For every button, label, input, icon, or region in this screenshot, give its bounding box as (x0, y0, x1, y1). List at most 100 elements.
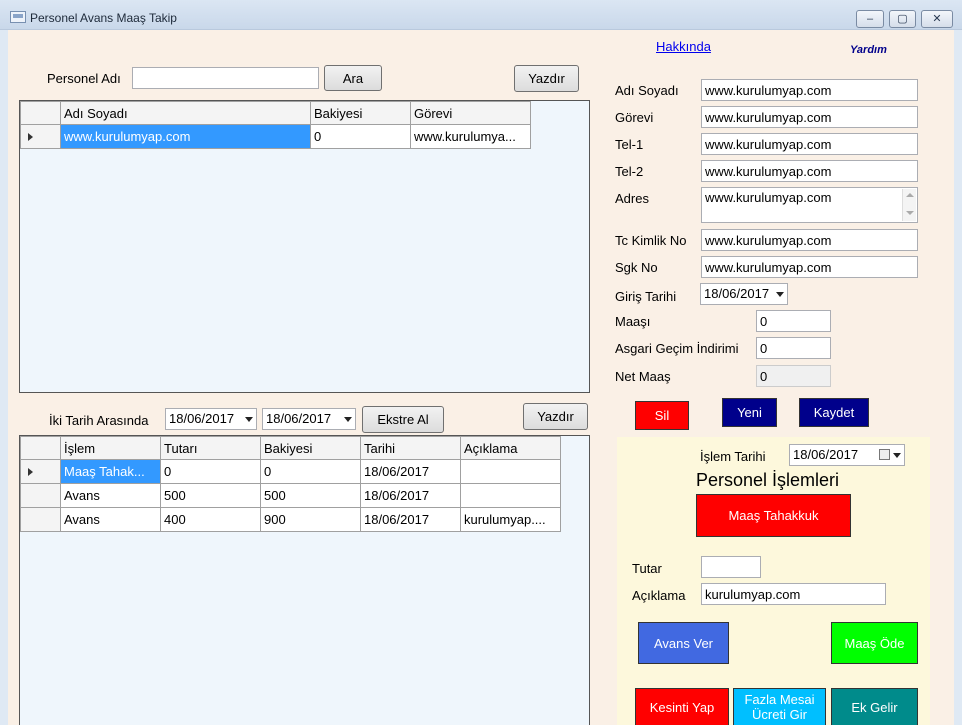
cell-amount[interactable]: 400 (160, 507, 261, 532)
cell-balance[interactable]: 500 (260, 483, 361, 508)
date-from-value: 18/06/2017 (169, 411, 235, 426)
sgk-label: Sgk No (615, 260, 658, 275)
grid-corner (20, 101, 61, 125)
window-title: Personel Avans Maaş Takip (30, 11, 177, 25)
app-icon (10, 11, 26, 23)
extract-button[interactable]: Ekstre Al (362, 406, 444, 433)
grid-corner (20, 436, 61, 460)
print-transactions-button[interactable]: Yazdır (523, 403, 588, 430)
tel1-field[interactable] (701, 133, 918, 155)
personel-grid[interactable]: Adı Soyadı Bakiyesi Görevi www.kurulumya… (19, 100, 590, 393)
current-row-icon (28, 133, 33, 141)
cell-type[interactable]: Avans (60, 483, 161, 508)
cell-balance[interactable]: 0 (260, 459, 361, 484)
address-value: www.kurulumyap.com (705, 190, 832, 205)
column-header-amount[interactable]: Tutarı (160, 436, 261, 460)
date-from-picker[interactable]: 18/06/2017 (165, 408, 257, 430)
date-to-value: 18/06/2017 (266, 411, 332, 426)
help-link[interactable]: Yardım (850, 44, 887, 56)
start-date-value: 18/06/2017 (704, 286, 770, 301)
name-field[interactable] (701, 79, 918, 101)
column-header-note[interactable]: Açıklama (460, 436, 561, 460)
column-header-name[interactable]: Adı Soyadı (60, 101, 311, 125)
scroll-up-icon[interactable] (906, 193, 914, 197)
minimize-button[interactable]: – (856, 10, 884, 28)
column-header-type[interactable]: İşlem (60, 436, 161, 460)
date-to-picker[interactable]: 18/06/2017 (262, 408, 356, 430)
operation-date-value: 18/06/2017 (793, 447, 859, 462)
chevron-down-icon (893, 453, 901, 458)
address-scrollbar[interactable] (902, 189, 916, 221)
cell-date[interactable]: 18/06/2017 (360, 507, 461, 532)
calendar-icon (879, 449, 890, 460)
table-row[interactable]: Avans 500 500 18/06/2017 (20, 483, 561, 508)
row-header[interactable] (20, 459, 61, 484)
current-row-icon (28, 468, 33, 476)
cell-amount[interactable]: 500 (160, 483, 261, 508)
table-row[interactable]: www.kurulumyap.com 0 www.kurulumya... (20, 124, 531, 149)
cell-date[interactable]: 18/06/2017 (360, 459, 461, 484)
title-bar: Personel Avans Maaş Takip – ▢ ✕ (0, 0, 962, 30)
row-header[interactable] (20, 483, 61, 508)
tel2-field[interactable] (701, 160, 918, 182)
note-field[interactable] (701, 583, 886, 605)
new-button[interactable]: Yeni (722, 398, 777, 427)
cell-amount[interactable]: 0 (160, 459, 261, 484)
date-range-label: İki Tarih Arasında (49, 413, 149, 428)
table-row[interactable]: Avans 400 900 18/06/2017 kurulumyap.... (20, 507, 561, 532)
start-date-label: Giriş Tarihi (615, 289, 677, 304)
amount-field[interactable] (701, 556, 761, 578)
row-header[interactable] (20, 124, 61, 149)
delete-button[interactable]: Sil (635, 401, 689, 430)
search-button[interactable]: Ara (324, 65, 382, 91)
deduction-button[interactable]: Kesinti Yap (635, 688, 729, 725)
pay-salary-button[interactable]: Maaş Öde (831, 622, 918, 664)
operation-date-picker[interactable]: 18/06/2017 (789, 444, 905, 466)
row-header[interactable] (20, 507, 61, 532)
column-header-balance[interactable]: Bakiyesi (260, 436, 361, 460)
personel-name-label: Personel Adı (47, 71, 121, 86)
sgk-field[interactable] (701, 256, 918, 278)
print-personel-button[interactable]: Yazdır (514, 65, 579, 92)
advance-button[interactable]: Avans Ver (638, 622, 729, 664)
agi-field[interactable] (756, 337, 831, 359)
cell-date[interactable]: 18/06/2017 (360, 483, 461, 508)
chevron-down-icon (344, 417, 352, 422)
salary-accrual-button[interactable]: Maaş Tahakkuk (696, 494, 851, 537)
tc-field[interactable] (701, 229, 918, 251)
maximize-button[interactable]: ▢ (889, 10, 916, 28)
address-field[interactable]: www.kurulumyap.com (701, 187, 918, 223)
net-salary-field (756, 365, 831, 387)
close-button[interactable]: ✕ (921, 10, 953, 28)
transactions-grid[interactable]: İşlem Tutarı Bakiyesi Tarihi Açıklama Ma… (19, 435, 590, 725)
save-button[interactable]: Kaydet (799, 398, 869, 427)
name-label: Adı Soyadı (615, 83, 679, 98)
cell-balance[interactable]: 0 (310, 124, 411, 149)
column-header-date[interactable]: Tarihi (360, 436, 461, 460)
cell-note[interactable]: kurulumyap.... (460, 507, 561, 532)
cell-name[interactable]: www.kurulumyap.com (60, 124, 311, 149)
cell-type[interactable]: Avans (60, 507, 161, 532)
table-row[interactable]: Maaş Tahak... 0 0 18/06/2017 (20, 459, 561, 484)
cell-balance[interactable]: 900 (260, 507, 361, 532)
salary-field[interactable] (756, 310, 831, 332)
amount-label: Tutar (632, 561, 662, 576)
about-link[interactable]: Hakkında (656, 39, 711, 54)
extra-income-button[interactable]: Ek Gelir (831, 688, 918, 725)
role-label: Görevi (615, 110, 654, 125)
scroll-down-icon[interactable] (906, 211, 914, 215)
column-header-role[interactable]: Görevi (410, 101, 531, 125)
net-salary-label: Net Maaş (615, 369, 671, 384)
address-label: Adres (615, 191, 649, 206)
cell-type[interactable]: Maaş Tahak... (60, 459, 161, 484)
role-field[interactable] (701, 106, 918, 128)
cell-note[interactable] (460, 483, 561, 508)
personel-search-input[interactable] (132, 67, 319, 89)
cell-note[interactable] (460, 459, 561, 484)
cell-role[interactable]: www.kurulumya... (410, 124, 531, 149)
start-date-picker[interactable]: 18/06/2017 (700, 283, 788, 305)
column-header-balance[interactable]: Bakiyesi (310, 101, 411, 125)
chevron-down-icon (245, 417, 253, 422)
overtime-button[interactable]: Fazla Mesai Ücreti Gir (733, 688, 826, 725)
operation-date-label: İşlem Tarihi (700, 449, 766, 464)
